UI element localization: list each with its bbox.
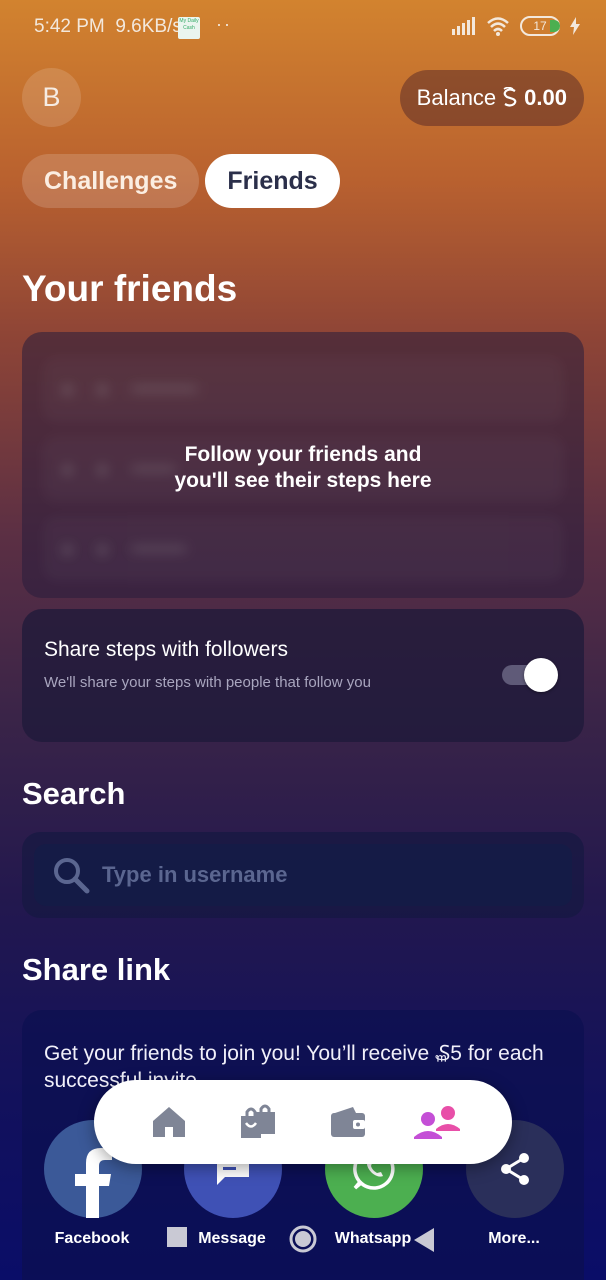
friends-empty-message: Follow your friends and you'll see their… xyxy=(174,443,432,492)
balance-button[interactable]: Balance 0.00 xyxy=(399,70,584,126)
status-bar: 5:42 PM 9.6KB/s My Daily Cash ·· 17 xyxy=(0,0,606,56)
share-steps-toggle[interactable] xyxy=(502,658,558,692)
charging-icon xyxy=(570,17,580,35)
avatar[interactable]: B xyxy=(22,68,81,127)
balance-value: 0.00 xyxy=(524,85,567,110)
shopping-bags-icon xyxy=(241,1104,276,1138)
sweatcoin-icon xyxy=(503,87,517,107)
nav-home[interactable] xyxy=(146,1099,192,1145)
battery-icon: 17 xyxy=(520,16,560,36)
more-notifications-icon: ·· xyxy=(216,14,232,34)
signal-icon xyxy=(452,17,475,35)
share-link-title: Share link xyxy=(22,952,171,987)
recents-button[interactable] xyxy=(166,1226,188,1253)
friends-card: ● ● ━━━━━━ ● ● ━━━━ ● ● ━━━━━ Follow your frie… xyxy=(22,332,584,598)
placeholder-row: ● ● ━━━━━━ xyxy=(42,356,564,422)
status-time: 5:42 PM 9.6KB/s xyxy=(34,16,182,37)
search-input[interactable] xyxy=(102,862,542,888)
search-icon xyxy=(54,858,90,894)
more-label: More... xyxy=(488,1230,540,1247)
home-circle-icon xyxy=(289,1225,317,1253)
wallet-icon xyxy=(330,1107,365,1137)
nav-friends[interactable] xyxy=(414,1099,461,1145)
bottom-nav xyxy=(94,1080,512,1164)
balance-label: Balance xyxy=(416,85,497,110)
toggle-knob xyxy=(524,658,558,692)
tab-challenges[interactable]: Challenges xyxy=(22,154,200,208)
home-icon xyxy=(152,1107,185,1137)
share-steps-title: Share steps with followers xyxy=(44,638,288,661)
message-label: Message xyxy=(198,1230,266,1247)
friends-icon xyxy=(414,1106,461,1139)
home-system-button[interactable] xyxy=(288,1224,318,1259)
placeholder-row: ● ● ━━━━━ xyxy=(42,516,564,582)
facebook-label: Facebook xyxy=(54,1230,130,1247)
back-icon xyxy=(414,1228,434,1252)
nav-wallet[interactable] xyxy=(325,1099,371,1145)
tab-bar: Challenges Friends xyxy=(22,154,340,208)
search-card xyxy=(22,832,584,918)
search-title: Search xyxy=(22,776,126,811)
share-steps-description: We'll share your steps with people that … xyxy=(44,674,371,691)
nav-shop[interactable] xyxy=(235,1099,281,1145)
tab-friends[interactable]: Friends xyxy=(205,154,340,208)
wifi-icon xyxy=(487,17,509,36)
back-button[interactable] xyxy=(414,1228,436,1257)
notification-app-icon: My Daily Cash xyxy=(178,17,200,39)
share-steps-card: Share steps with followers We'll share y… xyxy=(22,609,584,742)
share-icon xyxy=(501,1153,529,1185)
recents-icon xyxy=(167,1227,187,1247)
facebook-icon xyxy=(75,1148,112,1218)
search-field[interactable] xyxy=(34,844,572,906)
friends-title: Your friends xyxy=(22,268,238,309)
status-icons: 17 xyxy=(452,16,580,36)
